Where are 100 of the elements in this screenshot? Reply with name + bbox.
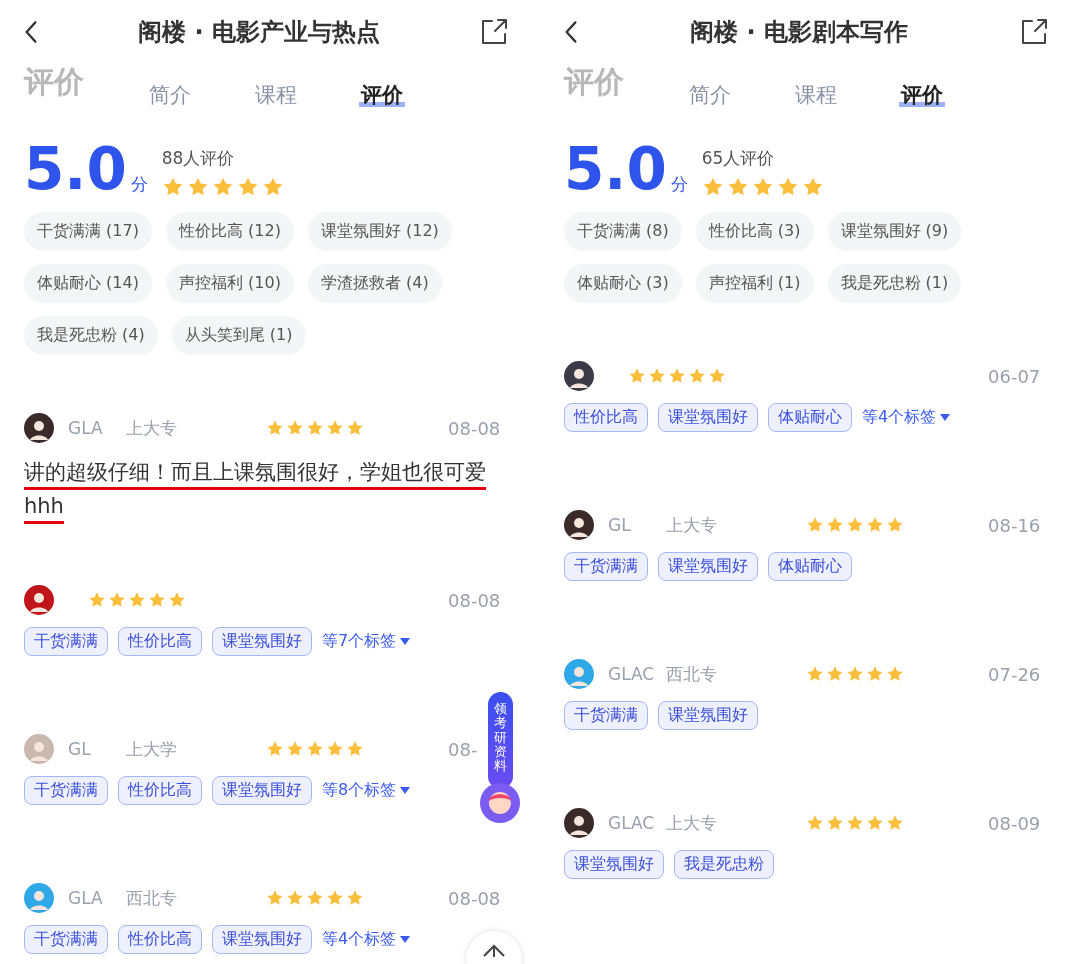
- caret-icon: [400, 787, 411, 794]
- star-icon: [326, 419, 344, 437]
- star-icon: [846, 814, 864, 832]
- review-tag: 性价比高: [118, 776, 202, 805]
- tag-chip[interactable]: 声控福利 (1): [695, 264, 814, 303]
- ghost-heading: 评价: [24, 63, 84, 101]
- page-title: 阁楼 · 电影产业与热点: [137, 17, 381, 48]
- caret-icon: [400, 638, 411, 645]
- score-unit: 分: [130, 173, 148, 196]
- star-icon: [286, 740, 304, 758]
- star-icon: [846, 516, 864, 534]
- review-tag: 性价比高: [118, 627, 202, 656]
- back-icon[interactable]: [564, 19, 578, 45]
- review-date: 08-08: [448, 589, 501, 611]
- star-icon: [286, 419, 304, 437]
- tag-chip[interactable]: 体贴耐心 (3): [564, 264, 682, 303]
- star-icon: [266, 740, 284, 758]
- star-icon: [286, 889, 304, 907]
- tag-chip[interactable]: 课堂氛围好 (12): [307, 212, 452, 251]
- review-tag: 课堂氛围好: [658, 403, 758, 432]
- star-icon: [826, 814, 844, 832]
- review-tag: 课堂氛围好: [212, 925, 312, 954]
- tag-chip[interactable]: 课堂氛围好 (9): [827, 212, 962, 251]
- more-tags-button[interactable]: 等4个标签: [862, 407, 951, 428]
- tag-chip[interactable]: 体贴耐心 (14): [24, 264, 152, 303]
- share-icon[interactable]: [480, 18, 508, 46]
- back-icon[interactable]: [24, 19, 38, 45]
- user-school: 上大专: [666, 513, 718, 537]
- tab[interactable]: 评价: [359, 81, 405, 109]
- tab[interactable]: 评价: [899, 81, 945, 109]
- star-icon: [826, 665, 844, 683]
- star-icon: [726, 176, 749, 198]
- user-name: GLAC: [608, 664, 656, 684]
- tag-chip[interactable]: 干货满满 (8): [564, 212, 682, 251]
- star-icon: [886, 516, 904, 534]
- star-icon: [751, 176, 774, 198]
- caret-icon: [400, 936, 411, 943]
- review-tag: 性价比高: [564, 403, 648, 432]
- review-tag: 课堂氛围好: [564, 850, 664, 879]
- star-icon: [776, 176, 799, 198]
- star-icon: [168, 591, 186, 609]
- star-icon: [688, 367, 706, 385]
- more-tags-button[interactable]: 等8个标签: [322, 780, 411, 801]
- star-icon: [826, 516, 844, 534]
- review-tag: 课堂氛围好: [212, 627, 312, 656]
- star-icon: [236, 176, 259, 198]
- tag-chip[interactable]: 干货满满 (17): [24, 212, 152, 251]
- star-icon: [886, 814, 904, 832]
- more-tags-button[interactable]: 等7个标签: [322, 631, 411, 652]
- star-icon: [806, 814, 824, 832]
- star-icon: [708, 367, 726, 385]
- review-date: 08-16: [988, 514, 1041, 536]
- star-icon: [266, 419, 284, 437]
- score-unit: 分: [670, 173, 688, 196]
- user-school: 上大专: [126, 416, 178, 440]
- share-icon[interactable]: [1020, 18, 1048, 46]
- star-icon: [886, 665, 904, 683]
- star-icon: [668, 367, 686, 385]
- star-icon: [701, 176, 724, 198]
- review-tag: 课堂氛围好: [658, 701, 758, 730]
- rating-count: 65人评价: [701, 147, 776, 170]
- tag-chip[interactable]: 声控福利 (10): [165, 264, 294, 303]
- rating-count: 88人评价: [161, 147, 236, 170]
- review-tag: 干货满满: [24, 627, 108, 656]
- star-icon: [266, 889, 284, 907]
- star-icon: [648, 367, 666, 385]
- score: 5.0: [564, 140, 667, 198]
- user-name: GLA: [68, 418, 104, 438]
- review-tag: 我是死忠粉: [674, 850, 774, 879]
- user-name: GL: [68, 739, 92, 759]
- arrow-up-icon: [482, 943, 506, 957]
- tag-chip[interactable]: 学渣拯救者 (4): [307, 264, 442, 303]
- review-tag: 干货满满: [564, 552, 648, 581]
- star-icon: [866, 665, 884, 683]
- star-icon: [801, 176, 824, 198]
- star-icon: [326, 740, 344, 758]
- more-tags-button[interactable]: 等4个标签: [322, 929, 411, 950]
- review-tag: 课堂氛围好: [212, 776, 312, 805]
- tag-chip[interactable]: 性价比高 (12): [165, 212, 294, 251]
- review-tag: 体贴耐心: [768, 552, 852, 581]
- star-icon: [306, 889, 324, 907]
- star-icon: [161, 176, 184, 198]
- star-icon: [346, 889, 364, 907]
- review-date: 07-26: [988, 663, 1041, 685]
- review-tag: 课堂氛围好: [658, 552, 758, 581]
- star-icon: [866, 516, 884, 534]
- tag-chip[interactable]: 我是死忠粉 (1): [827, 264, 962, 303]
- tag-chip[interactable]: 性价比高 (3): [695, 212, 814, 251]
- star-icon: [806, 516, 824, 534]
- review-date: 06-07: [988, 365, 1041, 387]
- review-date: 08-09: [988, 812, 1041, 834]
- assistant-icon[interactable]: [480, 783, 520, 824]
- tag-chip[interactable]: 从头笑到尾 (1): [171, 316, 306, 355]
- review-tag: 干货满满: [564, 701, 648, 730]
- star-icon: [306, 419, 324, 437]
- star-icon: [346, 419, 364, 437]
- review-date: 08-08: [448, 417, 501, 439]
- tag-chip[interactable]: 我是死忠粉 (4): [24, 316, 158, 355]
- star-icon: [806, 665, 824, 683]
- review-date: 08-08: [448, 887, 501, 909]
